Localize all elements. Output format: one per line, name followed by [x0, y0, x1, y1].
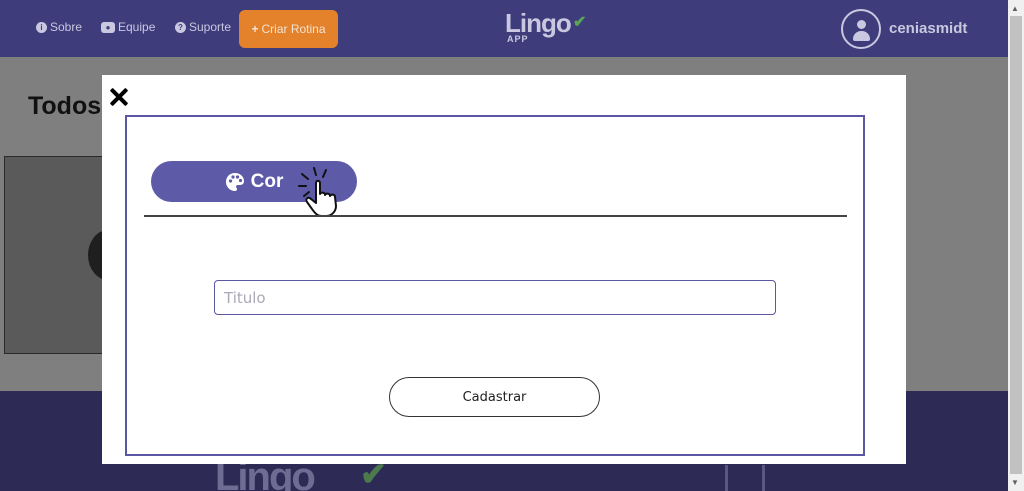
color-button-label: Cor: [250, 170, 284, 192]
hand-pointer-icon: [298, 167, 337, 217]
page-title: Todos: [28, 92, 102, 120]
nav-link-sobre[interactable]: i Sobre: [36, 20, 82, 34]
question-icon: ?: [175, 21, 186, 33]
nav-link-equipe[interactable]: ● Equipe: [101, 20, 155, 34]
submit-button[interactable]: Cadastrar: [389, 377, 600, 417]
nav-link-suporte[interactable]: ? Suporte: [175, 20, 231, 34]
check-icon: ✔: [573, 14, 587, 31]
nav-link-label: Equipe: [118, 20, 156, 34]
logo-subtext: APP: [507, 34, 529, 44]
username[interactable]: ceniasmidt: [889, 20, 967, 37]
app-logo[interactable]: Lingo APP ✔: [505, 8, 595, 48]
scroll-down-icon[interactable]: ▼: [1011, 478, 1019, 487]
info-icon: i: [36, 21, 47, 33]
close-icon[interactable]: [108, 86, 130, 108]
nav-link-label: Suporte: [189, 20, 232, 34]
scroll-up-icon[interactable]: ▲: [1011, 4, 1019, 13]
create-routine-button[interactable]: + Criar Rotina: [239, 10, 338, 48]
footer-decoration: [725, 465, 765, 491]
palette-icon: [225, 172, 244, 191]
avatar[interactable]: [841, 9, 881, 49]
top-navbar: i Sobre ● Equipe ? Suporte + Criar Rotin…: [0, 0, 1008, 57]
nav-link-label: Sobre: [50, 20, 83, 34]
plus-icon: +: [251, 22, 259, 36]
scrollbar-thumb[interactable]: [1010, 16, 1022, 474]
create-routine-label: Criar Rotina: [261, 22, 326, 36]
divider: [144, 215, 847, 217]
title-input[interactable]: [214, 280, 776, 315]
users-icon: ●: [101, 21, 115, 33]
user-icon: [857, 20, 866, 29]
